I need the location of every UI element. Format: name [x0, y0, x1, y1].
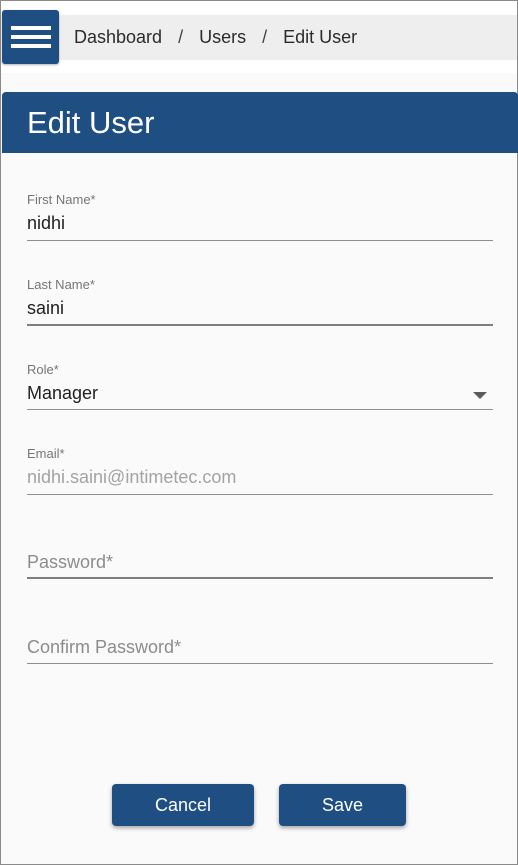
app-frame: Dashboard / Users / Edit User Edit User …: [0, 0, 518, 865]
menu-button[interactable]: [2, 10, 59, 64]
password-field[interactable]: Password*: [27, 550, 493, 580]
page-header: Edit User: [2, 92, 518, 153]
breadcrumb-separator: /: [262, 27, 268, 47]
first-name-underline: [27, 240, 493, 241]
caret-down-icon[interactable]: [473, 392, 487, 399]
page-title: Edit User: [27, 105, 155, 140]
password-underline: [27, 577, 493, 579]
breadcrumb: Dashboard / Users / Edit User: [74, 15, 357, 60]
email-field: Email* nidhi.saini@intimetec.com: [27, 446, 493, 496]
role-underline: [27, 409, 493, 410]
breadcrumb-separator: /: [178, 27, 184, 47]
breadcrumb-dashboard[interactable]: Dashboard: [74, 27, 162, 48]
confirm-password-field[interactable]: Confirm Password*: [27, 635, 493, 665]
breadcrumb-current: Edit User: [283, 27, 358, 47]
hamburger-menu-icon-bar: [10, 35, 51, 39]
last-name-value[interactable]: saini: [27, 298, 493, 320]
email-value: nidhi.saini@intimetec.com: [27, 467, 237, 487]
cancel-button[interactable]: Cancel: [112, 784, 254, 826]
email-underline: [27, 494, 493, 495]
email-label: Email*: [27, 446, 65, 461]
hamburger-menu-icon: [10, 26, 51, 30]
confirm-password-placeholder[interactable]: Confirm Password*: [27, 637, 181, 658]
top-bar: Dashboard / Users / Edit User: [1, 1, 517, 73]
password-placeholder[interactable]: Password*: [27, 552, 113, 573]
role-select[interactable]: Role* Manager: [27, 362, 493, 412]
confirm-password-underline: [27, 663, 493, 664]
last-name-underline: [27, 324, 493, 326]
last-name-label: Last Name*: [27, 277, 95, 292]
role-value[interactable]: Manager: [27, 383, 493, 405]
first-name-label: First Name*: [27, 192, 96, 207]
role-label: Role*: [27, 362, 59, 377]
first-name-value[interactable]: nidhi: [27, 213, 493, 235]
breadcrumb-users[interactable]: Users: [199, 27, 246, 48]
save-button[interactable]: Save: [279, 784, 406, 826]
hamburger-menu-icon-bar: [10, 44, 51, 48]
last-name-field[interactable]: Last Name* saini: [27, 277, 493, 327]
first-name-field[interactable]: First Name* nidhi: [27, 192, 493, 242]
